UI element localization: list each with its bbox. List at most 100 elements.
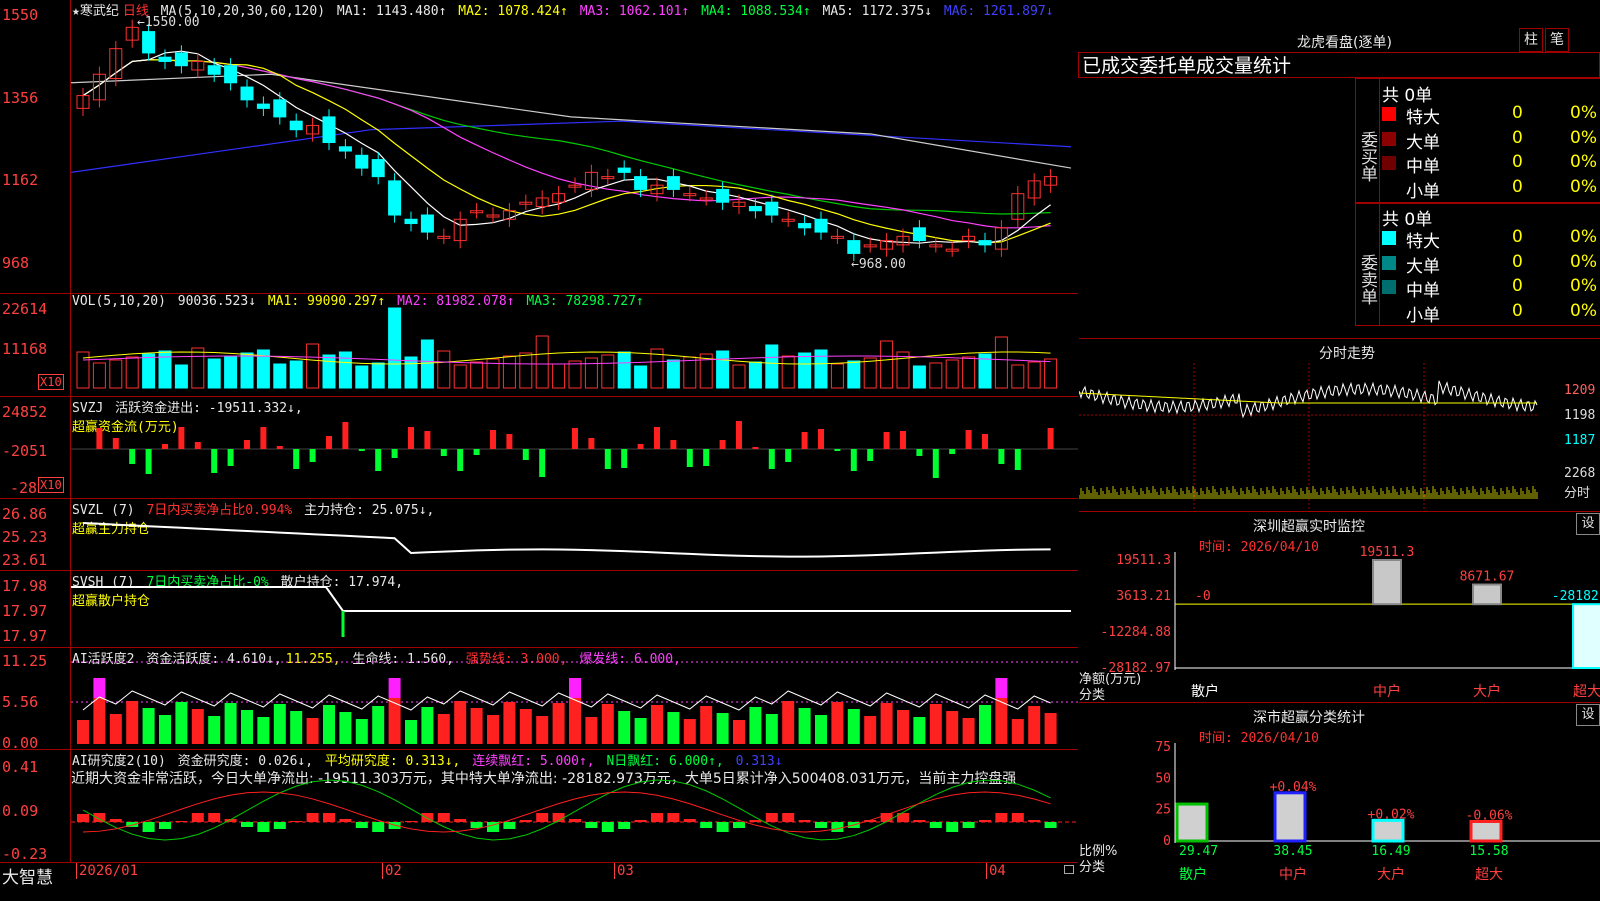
vol-bar bbox=[781, 355, 795, 389]
mon-cat-label: 散户 bbox=[1191, 683, 1219, 700]
svzj-chart bbox=[71, 421, 1078, 478]
classification-panel: 深市超赢分类统计 设 时间: 2026/04/10 75 50 25 0 29.47 散户… bbox=[1079, 703, 1600, 900]
vol-bar bbox=[896, 351, 910, 389]
research-bar bbox=[1011, 813, 1024, 822]
x-tick: 03 bbox=[614, 863, 634, 879]
x-tick: 04 bbox=[986, 863, 1006, 879]
research-bar bbox=[913, 820, 926, 822]
act-bar bbox=[798, 708, 811, 744]
cls-y-tick: 75 bbox=[1155, 740, 1171, 755]
candle-body bbox=[207, 65, 221, 75]
unit-badge: X10 bbox=[38, 374, 64, 390]
vol-bar bbox=[371, 362, 385, 389]
row-value: 0 bbox=[1512, 300, 1523, 321]
cls-bar bbox=[1273, 791, 1307, 843]
row-name: 大单 bbox=[1406, 256, 1440, 277]
vol-bar bbox=[568, 360, 582, 389]
intra-y-tick: 1209 bbox=[1564, 383, 1596, 398]
ai-activity-panel[interactable]: 11.25 5.56 0.00 AI活跃度2 资金活跃度: 4.610↓, 11.… bbox=[0, 648, 1078, 752]
flow-bar bbox=[736, 421, 742, 449]
svzj-panel[interactable]: 24852 -2051 -28 X10 SVZJ 活跃资金进出: -19511.… bbox=[0, 397, 1078, 499]
swatch bbox=[1382, 280, 1396, 294]
research-bar bbox=[929, 822, 942, 828]
brand-logo: 大智慧 bbox=[2, 868, 53, 888]
research-bar bbox=[191, 813, 204, 822]
buy-row-1: 大单 0 0% bbox=[1382, 128, 1600, 153]
y-tick: 5.56 bbox=[2, 693, 39, 711]
research-bar bbox=[683, 819, 696, 822]
candle-body bbox=[388, 180, 402, 216]
tick-mode-button[interactable]: 笔 bbox=[1545, 28, 1569, 52]
flow-bar bbox=[227, 449, 234, 466]
act-bar bbox=[897, 710, 909, 744]
vol-panel[interactable]: 22614 11168 X10 VOL(5,10,20) 90036.523↓ … bbox=[0, 294, 1078, 397]
svzl-panel[interactable]: 26.86 25.23 23.61 SVZL (7) 7日内买卖净占比0.994… bbox=[0, 499, 1078, 571]
kline-y-axis: 1550 1356 1162 968 bbox=[0, 0, 71, 293]
vol-bar bbox=[519, 352, 533, 389]
row-pct: 0% bbox=[1570, 227, 1597, 247]
intra-y-tick: 1187 bbox=[1564, 433, 1596, 448]
act-bar bbox=[175, 702, 188, 744]
x-axis-bar: 大智慧 2026/01 02 03 04 bbox=[0, 862, 1078, 901]
act-bar bbox=[815, 715, 827, 744]
swatch bbox=[1382, 255, 1396, 270]
ma5-line bbox=[71, 73, 1072, 169]
classify-chart: 75 50 25 0 29.47 散户 +0.04% 38.45 中户 +0.02% 16.49 大户… bbox=[1155, 740, 1600, 883]
swatch bbox=[1382, 180, 1396, 195]
ai-research-panel[interactable]: 0.41 0.09 -0.23 AI研究度2(10) 资金研究度: 0.026↓… bbox=[0, 750, 1078, 863]
candle-body bbox=[978, 240, 992, 246]
vol-bar bbox=[912, 365, 926, 389]
vol-bar bbox=[388, 307, 402, 389]
bar-mode-button[interactable]: 柱 bbox=[1519, 28, 1543, 52]
research-bar bbox=[1044, 822, 1057, 828]
candle-body bbox=[748, 205, 762, 212]
act-bar bbox=[470, 708, 483, 744]
act-bar bbox=[503, 702, 516, 744]
candle-body bbox=[371, 159, 385, 178]
flow-bar bbox=[391, 449, 398, 458]
vol-bar bbox=[666, 359, 680, 389]
vol-bar bbox=[453, 364, 467, 389]
mon-value-label: 19511.3 bbox=[1360, 545, 1415, 560]
vol-bar bbox=[191, 347, 205, 389]
intra-vol-tick: 2268 bbox=[1564, 466, 1596, 481]
research-bar bbox=[585, 822, 598, 828]
flow-bar bbox=[752, 447, 759, 449]
research-bar bbox=[257, 822, 270, 832]
vol-bar bbox=[1011, 364, 1025, 389]
flow-bar bbox=[96, 428, 103, 449]
sell-side-label: 委卖单 bbox=[1356, 203, 1380, 325]
row-pct: 0% bbox=[1570, 103, 1597, 123]
row-name: 小单 bbox=[1406, 305, 1440, 326]
research-bar bbox=[601, 822, 614, 832]
candle-body bbox=[765, 201, 779, 216]
swatch bbox=[1382, 131, 1396, 146]
ma6-line bbox=[71, 120, 1072, 173]
act-bar bbox=[618, 711, 631, 744]
svzj-y-axis: 24852 -2051 -28 X10 bbox=[0, 397, 71, 498]
y-tick: 17.98 bbox=[2, 577, 48, 595]
lock-icon[interactable] bbox=[1064, 865, 1074, 874]
flow-bar bbox=[309, 449, 316, 462]
y-tick: 23.61 bbox=[2, 551, 48, 569]
act-bar bbox=[601, 704, 614, 744]
intraday-panel[interactable]: 分时走势 1209 1198 1187 2268 分时 bbox=[1079, 339, 1600, 512]
act-bar bbox=[946, 711, 959, 744]
kline-panel[interactable]: 1550 1356 1162 968 ★寒武纪 日线 MA(5,10,20,30,… bbox=[0, 0, 1078, 294]
act-bar bbox=[306, 718, 319, 744]
act-bar bbox=[1011, 719, 1024, 744]
candle-body bbox=[666, 176, 680, 190]
vol-bar bbox=[338, 351, 352, 389]
research-bar bbox=[273, 822, 286, 829]
swatch bbox=[1382, 107, 1396, 121]
vol-bar bbox=[847, 360, 861, 389]
research-bar bbox=[815, 822, 827, 828]
flow-bar bbox=[834, 449, 841, 451]
flow-bar bbox=[932, 449, 939, 478]
candle-body bbox=[224, 65, 238, 84]
flow-bar bbox=[211, 449, 218, 473]
svsh-panel[interactable]: 17.98 17.97 17.97 SVSH (7) 7日内买卖净占比-0% 散… bbox=[0, 571, 1078, 648]
flow-bar bbox=[949, 449, 956, 454]
cls-value: 16.49 bbox=[1371, 844, 1410, 859]
y-tick: 25.23 bbox=[2, 528, 48, 546]
